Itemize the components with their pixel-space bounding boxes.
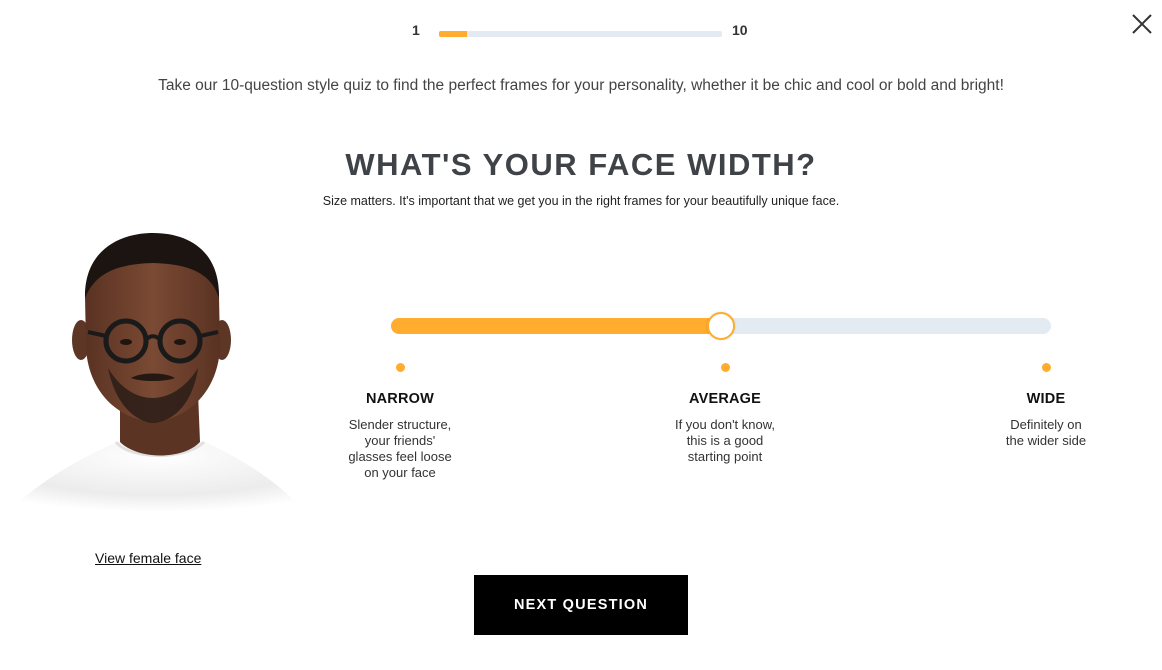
close-icon [1132, 14, 1152, 34]
option-average[interactable]: AVERAGE If you don't know, this is a goo… [660, 360, 790, 465]
progress-track [439, 31, 722, 37]
option-description: If you don't know, this is a good starti… [674, 417, 776, 464]
quiz-intro-text: Take our 10-question style quiz to find … [158, 77, 1004, 94]
face-image [8, 228, 306, 512]
option-dot [1041, 363, 1051, 372]
option-label: NARROW [365, 391, 435, 407]
option-label: AVERAGE [688, 391, 762, 407]
option-description: Definitely on the wider side [1005, 417, 1087, 448]
quiz-progress: 1 10 [0, 22, 1162, 40]
option-narrow[interactable]: NARROW Slender structure, your friends' … [335, 360, 465, 481]
next-question-button[interactable]: NEXT QUESTION [474, 575, 688, 635]
option-label: WIDE [1026, 391, 1066, 407]
question-title: WHAT'S YOUR FACE WIDTH? [345, 147, 817, 182]
slider-fill [391, 318, 721, 334]
progress-fill [439, 31, 468, 37]
progress-start-label: 1 [412, 22, 420, 38]
option-dot [720, 363, 730, 372]
face-width-slider[interactable] [391, 312, 1051, 340]
question-subtitle: Size matters. It's important that we get… [322, 194, 840, 208]
option-dot [395, 363, 405, 372]
option-wide[interactable]: WIDE Definitely on the wider side [986, 360, 1106, 449]
close-button[interactable] [1128, 10, 1156, 38]
view-female-face-link[interactable]: View female face [95, 550, 201, 566]
slider-handle[interactable] [707, 312, 735, 340]
progress-end-label: 10 [732, 22, 748, 38]
option-description: Slender structure, your friends' glasses… [348, 417, 452, 480]
